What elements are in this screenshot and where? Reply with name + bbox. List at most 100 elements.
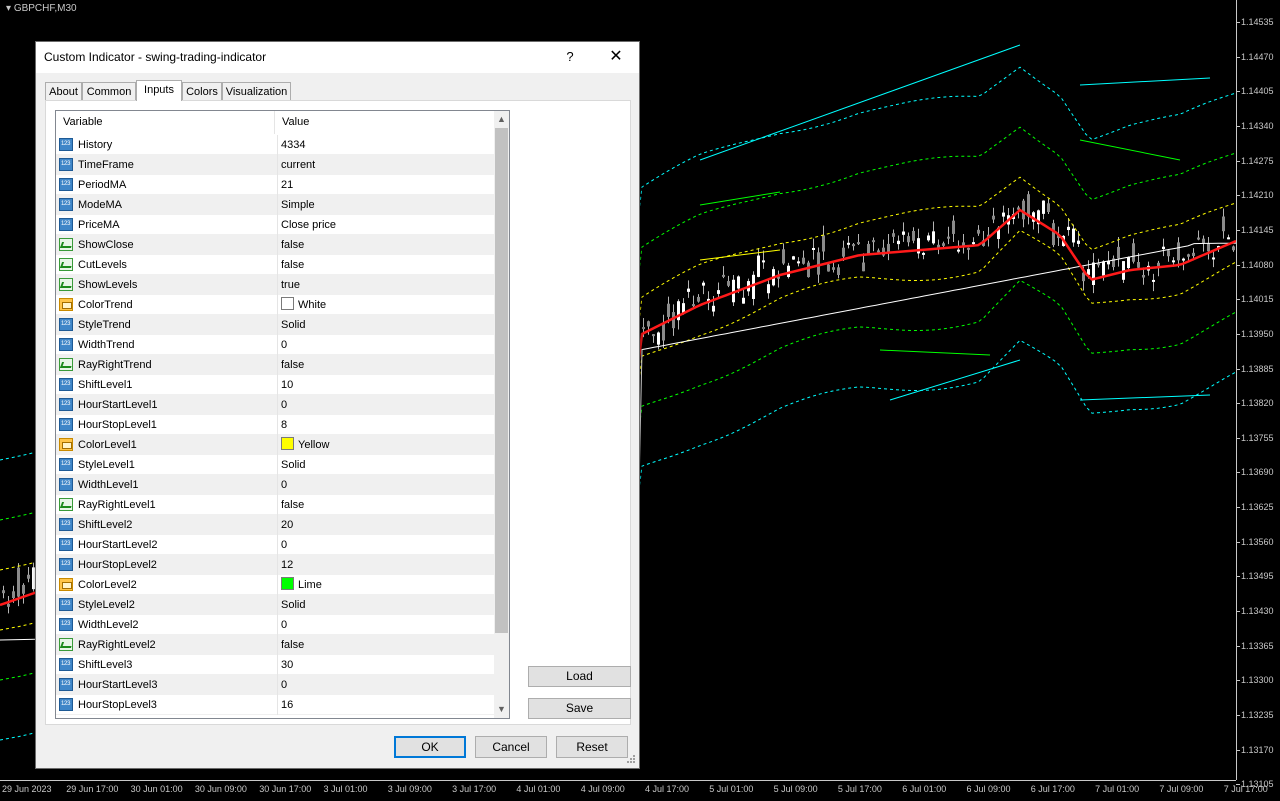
variable-value[interactable]: false — [277, 495, 499, 515]
variable-value[interactable]: Simple — [277, 195, 499, 215]
variable-value[interactable]: 21 — [277, 175, 499, 195]
variable-value[interactable]: Yellow — [277, 435, 499, 455]
grid-row[interactable]: TimeFrame current — [56, 155, 495, 175]
grid-row[interactable]: WidthLevel1 0 — [56, 475, 495, 495]
variable-value[interactable]: false — [277, 355, 499, 375]
grid-row[interactable]: HourStartLevel2 0 — [56, 535, 495, 555]
variable-value[interactable]: Solid — [277, 315, 499, 335]
price-tick — [1236, 22, 1240, 23]
load-button[interactable]: Load — [528, 666, 631, 687]
grid-row[interactable]: HourStartLevel3 0 — [56, 675, 495, 695]
variable-value[interactable]: Close price — [277, 215, 499, 235]
variable-value[interactable]: 0 — [277, 475, 499, 495]
reset-button[interactable]: Reset — [556, 736, 628, 758]
symbol-text: GBPCHF,M30 — [13, 3, 77, 14]
variable-value[interactable]: 10 — [277, 375, 499, 395]
variable-value[interactable]: 12 — [277, 555, 499, 575]
grid-row[interactable]: ShowLevels true — [56, 275, 495, 295]
variable-value[interactable]: Solid — [277, 455, 499, 475]
variable-value[interactable]: 16 — [277, 695, 499, 715]
variable-value[interactable]: Solid — [277, 595, 499, 615]
grid-row[interactable]: ColorLevel1 Yellow — [56, 435, 495, 455]
grid-row[interactable]: ShiftLevel1 10 — [56, 375, 495, 395]
grid-row[interactable]: ColorTrend White — [56, 295, 495, 315]
variable-value[interactable]: false — [277, 235, 499, 255]
grid-row[interactable]: RayRightLevel1 false — [56, 495, 495, 515]
variable-value[interactable]: 0 — [277, 675, 499, 695]
scroll-up-icon[interactable]: ▲ — [494, 111, 509, 128]
grid-row[interactable]: RayRightTrend false — [56, 355, 495, 375]
tab-common[interactable]: Common — [82, 82, 136, 100]
grid-row[interactable]: HourStopLevel3 16 — [56, 695, 495, 715]
candle-body — [907, 236, 910, 243]
grid-row[interactable]: HourStartLevel1 0 — [56, 395, 495, 415]
tab-visualization[interactable]: Visualization — [222, 82, 291, 100]
grid-row[interactable]: WidthTrend 0 — [56, 335, 495, 355]
close-button[interactable]: ✕ — [599, 46, 633, 68]
variable-value[interactable]: 8 — [277, 415, 499, 435]
time-label: 4 Jul 17:00 — [645, 784, 690, 794]
grid-row[interactable]: ShiftLevel2 20 — [56, 515, 495, 535]
help-button[interactable]: ? — [555, 46, 585, 68]
save-button[interactable]: Save — [528, 698, 631, 719]
inputs-grid[interactable]: Variable Value History 4334 TimeFrame curre… — [55, 110, 510, 719]
candle-body — [822, 235, 825, 252]
variable-value[interactable]: Lime — [277, 575, 499, 595]
grid-row[interactable]: RayRightLevel2 false — [56, 635, 495, 655]
variable-value[interactable]: 30 — [277, 655, 499, 675]
chart-symbol-label[interactable]: ▾ GBPCHF,M30 — [6, 3, 77, 14]
variable-value[interactable]: false — [277, 255, 499, 275]
time-axis[interactable]: 29 Jun 2023 29 Jun 17:00 30 Jun 01:00 30 Ju… — [0, 780, 1268, 801]
variable-value[interactable]: 0 — [277, 535, 499, 555]
grid-row[interactable]: PeriodMA 21 — [56, 175, 495, 195]
variable-value[interactable]: 0 — [277, 395, 499, 415]
grid-row[interactable]: CutLevels false — [56, 255, 495, 275]
variable-value[interactable]: true — [277, 275, 499, 295]
grid-row[interactable]: PriceMA Close price — [56, 215, 495, 235]
tab-about[interactable]: About — [45, 82, 82, 100]
cancel-button[interactable]: Cancel — [475, 736, 547, 758]
tab-colors[interactable]: Colors — [182, 82, 222, 100]
grid-row[interactable]: ColorLevel2 Lime — [56, 575, 495, 595]
variable-name: ShiftLevel2 — [78, 519, 133, 531]
tab-inputs[interactable]: Inputs — [136, 80, 182, 101]
dialog-titlebar[interactable]: Custom Indicator - swing-trading-indicat… — [36, 42, 639, 73]
price-tick — [1236, 680, 1240, 682]
variable-value[interactable]: 0 — [277, 615, 499, 635]
number-icon — [59, 618, 73, 631]
variable-value[interactable]: false — [277, 635, 499, 655]
color-icon — [59, 578, 73, 591]
grid-row[interactable]: WidthLevel2 0 — [56, 615, 495, 635]
candle-body — [657, 332, 660, 345]
grid-row[interactable]: HourStopLevel2 12 — [56, 555, 495, 575]
variable-value[interactable]: 4334 — [277, 135, 499, 155]
boolean-icon — [59, 498, 73, 511]
variable-value[interactable]: White — [277, 295, 499, 315]
grid-row[interactable]: ModeMA Simple — [56, 195, 495, 215]
grid-row[interactable]: HourStopLevel1 8 — [56, 415, 495, 435]
variable-value[interactable]: 0 — [277, 335, 499, 355]
grid-row[interactable]: StyleTrend Solid — [56, 315, 495, 335]
resize-grip-icon[interactable] — [624, 754, 636, 766]
scroll-down-icon[interactable]: ▼ — [494, 701, 509, 718]
ok-button[interactable]: OK — [394, 736, 466, 758]
grid-row[interactable]: History 4334 — [56, 135, 495, 155]
column-header-value[interactable]: Value — [275, 111, 495, 134]
price-axis[interactable]: 1.14535 1.14470 1.14405 1.14340 1.14275 1.142… — [1236, 0, 1280, 789]
grid-row[interactable]: StyleLevel2 Solid — [56, 595, 495, 615]
grid-row[interactable]: ShiftLevel3 30 — [56, 655, 495, 675]
value-text: false — [281, 359, 305, 371]
number-icon — [59, 658, 73, 671]
variable-name: ColorLevel1 — [78, 439, 137, 451]
scroll-thumb[interactable] — [495, 128, 508, 633]
grid-scrollbar[interactable]: ▲ ▼ — [494, 111, 509, 718]
grid-row[interactable]: StyleLevel1 Solid — [56, 455, 495, 475]
candle-body — [967, 247, 970, 250]
variable-value[interactable]: current — [277, 155, 499, 175]
price-tick — [1236, 611, 1240, 613]
variable-name: StyleLevel1 — [78, 459, 135, 471]
variable-name: ColorTrend — [78, 299, 133, 311]
column-header-variable[interactable]: Variable — [56, 111, 275, 134]
grid-row[interactable]: ShowClose false — [56, 235, 495, 255]
variable-value[interactable]: 20 — [277, 515, 499, 535]
